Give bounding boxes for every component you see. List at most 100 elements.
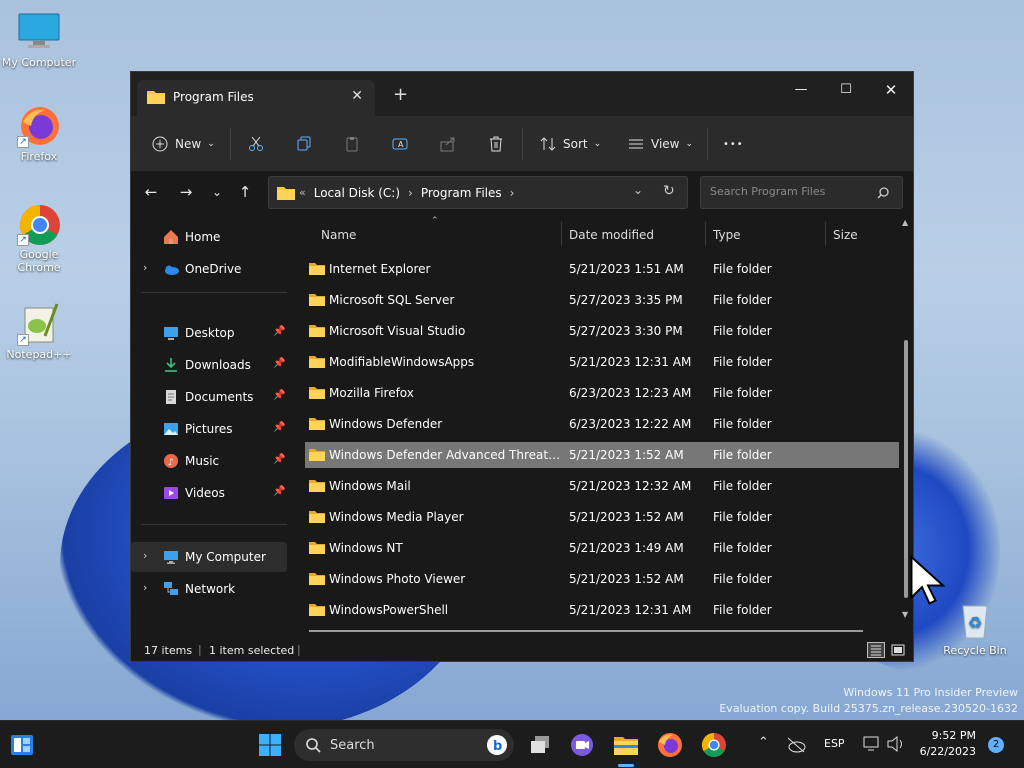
chevron-right-icon[interactable]: › — [143, 261, 147, 274]
desktop-icon-firefox[interactable]: ↗ Firefox — [0, 104, 78, 163]
volume-icon[interactable] — [886, 735, 906, 753]
search-box[interactable] — [700, 176, 903, 209]
new-label: New — [175, 137, 202, 151]
nav-my-computer[interactable]: › My Computer — [131, 542, 287, 572]
overflow-crumb[interactable]: « — [299, 186, 306, 199]
pin-icon[interactable]: 📌 — [273, 390, 285, 401]
chevron-right-icon[interactable]: › — [143, 549, 147, 562]
table-row[interactable]: Windows NT 5/21/2023 1:49 AM File folder — [305, 535, 899, 561]
breadcrumb-local-disk[interactable]: Local Disk (C:) — [314, 186, 400, 200]
clock[interactable]: 9:52 PM 6/22/2023 — [912, 728, 976, 760]
tab-program-files[interactable]: Program Files ✕ — [137, 80, 375, 116]
active-indicator — [618, 764, 634, 767]
start-button[interactable] — [256, 731, 284, 759]
taskbar-search[interactable]: Search b — [294, 729, 514, 761]
table-row[interactable]: Windows Media Player 5/21/2023 1:52 AM Fil… — [305, 504, 899, 530]
tiles-view-icon — [891, 644, 905, 656]
scroll-down-icon[interactable]: ▼ — [902, 610, 908, 619]
chevron-right-icon[interactable]: › — [143, 581, 147, 594]
taskbar-firefox[interactable] — [656, 731, 684, 759]
column-header-date[interactable]: Date modified — [569, 228, 654, 258]
up-button[interactable]: ↑ — [233, 183, 257, 201]
row-name: Windows Defender — [329, 417, 443, 431]
table-row[interactable]: Windows Mail 5/21/2023 12:32 AM File folde… — [305, 473, 899, 499]
horizontal-scrollbar[interactable] — [309, 630, 863, 632]
new-button[interactable]: New ⌄ — [151, 130, 215, 158]
column-header-name[interactable]: Name — [321, 228, 356, 258]
minimize-button[interactable]: — — [778, 76, 824, 104]
widgets-button[interactable] — [8, 731, 36, 759]
maximize-button[interactable]: ☐ — [823, 76, 869, 104]
nav-music[interactable]: ♪ Music 📌 — [131, 446, 287, 476]
nav-home[interactable]: Home — [131, 222, 287, 252]
taskbar-chrome[interactable] — [700, 731, 728, 759]
title-bar[interactable]: Program Files ✕ + — ☐ ✕ — [131, 72, 913, 116]
nav-documents[interactable]: Documents 📌 — [131, 382, 287, 412]
bing-icon[interactable]: b — [486, 734, 508, 756]
scroll-up-icon[interactable]: ▲ — [902, 218, 908, 227]
tiles-view-button[interactable] — [890, 642, 906, 658]
column-separator[interactable] — [825, 222, 826, 246]
folder-icon — [309, 511, 325, 523]
task-view-button[interactable] — [526, 731, 554, 759]
close-window-button[interactable]: ✕ — [868, 76, 914, 104]
table-row[interactable]: Windows Defender Advanced Threat Prot...… — [305, 442, 899, 468]
column-header-type[interactable]: Type — [713, 228, 741, 258]
address-dropdown-icon[interactable]: ⌄ — [633, 183, 643, 197]
nav-downloads[interactable]: Downloads 📌 — [131, 350, 287, 380]
search-input[interactable] — [710, 185, 870, 198]
details-view-button[interactable] — [867, 642, 885, 658]
scrollbar-thumb[interactable] — [904, 340, 908, 598]
sort-button[interactable]: Sort ⌄ — [539, 130, 601, 158]
forward-button[interactable]: → — [174, 183, 198, 201]
pin-icon[interactable]: 📌 — [273, 358, 285, 369]
delete-button[interactable] — [487, 130, 505, 158]
desktop-icon-notepadpp[interactable]: ↗ Notepad++ — [0, 302, 78, 361]
desktop-icon-recycle-bin[interactable]: ♻ Recycle Bin — [936, 598, 1014, 657]
column-header-size[interactable]: Size — [833, 228, 858, 258]
copy-button[interactable] — [295, 130, 313, 158]
nav-desktop[interactable]: Desktop 📌 — [131, 318, 287, 348]
cut-button[interactable] — [247, 130, 265, 158]
rename-button[interactable]: A — [391, 130, 409, 158]
column-separator[interactable] — [561, 222, 562, 246]
network-status-icon[interactable] — [862, 735, 882, 753]
breadcrumb-program-files[interactable]: Program Files — [421, 186, 502, 200]
close-tab-icon[interactable]: ✕ — [351, 88, 363, 104]
desktop-icon-my-computer[interactable]: My Computer — [0, 10, 78, 69]
column-separator[interactable] — [705, 222, 706, 246]
table-row[interactable]: Mozilla Firefox 6/23/2023 12:23 AM File fo… — [305, 380, 899, 406]
nav-pictures[interactable]: Pictures 📌 — [131, 414, 287, 444]
back-button[interactable]: ← — [139, 183, 163, 201]
pin-icon[interactable]: 📌 — [273, 326, 285, 337]
desktop-icon-chrome[interactable]: ↗ Google Chrome — [0, 202, 78, 274]
pin-icon[interactable]: 📌 — [273, 422, 285, 433]
table-row[interactable]: Windows Photo Viewer 5/21/2023 1:52 AM Fil… — [305, 566, 899, 592]
table-row[interactable]: ModifiableWindowsApps 5/21/2023 12:31 AM F… — [305, 349, 899, 375]
table-row[interactable]: Microsoft Visual Studio 5/27/2023 3:30 PM… — [305, 318, 899, 344]
share-button[interactable] — [439, 130, 457, 158]
pin-icon[interactable]: 📌 — [273, 454, 285, 465]
nav-label: Pictures — [185, 422, 233, 436]
table-row[interactable]: Microsoft SQL Server 5/27/2023 3:35 PM Fil… — [305, 287, 899, 313]
pin-icon[interactable]: 📌 — [273, 486, 285, 497]
taskbar-file-explorer[interactable] — [612, 731, 640, 767]
nav-onedrive[interactable]: › OneDrive — [131, 254, 287, 284]
view-button[interactable]: View ⌄ — [627, 130, 693, 158]
table-row[interactable]: Windows Defender 6/23/2023 12:22 AM File f… — [305, 411, 899, 437]
refresh-icon[interactable]: ↻ — [663, 183, 675, 199]
address-bar[interactable]: « Local Disk (C:) › Program Files › ⌄ ↻ — [268, 176, 688, 209]
language-indicator[interactable]: ESP — [824, 737, 845, 750]
show-hidden-icons-button[interactable]: ⌃ — [758, 735, 769, 750]
recent-locations-button[interactable]: ⌄ — [205, 185, 229, 199]
table-row[interactable]: Internet Explorer 5/21/2023 1:51 AM File f… — [305, 256, 899, 282]
nav-videos[interactable]: Videos 📌 — [131, 478, 287, 508]
cloud-offline-icon[interactable] — [786, 736, 806, 754]
more-options-button[interactable]: ••• — [723, 130, 744, 158]
notification-badge[interactable]: 2 — [988, 737, 1004, 753]
new-tab-button[interactable]: + — [393, 84, 408, 105]
paste-button[interactable] — [343, 130, 361, 158]
table-row[interactable]: WindowsPowerShell 5/21/2023 12:31 AM File … — [305, 597, 899, 623]
nav-network[interactable]: › Network — [131, 574, 287, 604]
chat-button[interactable] — [568, 731, 596, 759]
